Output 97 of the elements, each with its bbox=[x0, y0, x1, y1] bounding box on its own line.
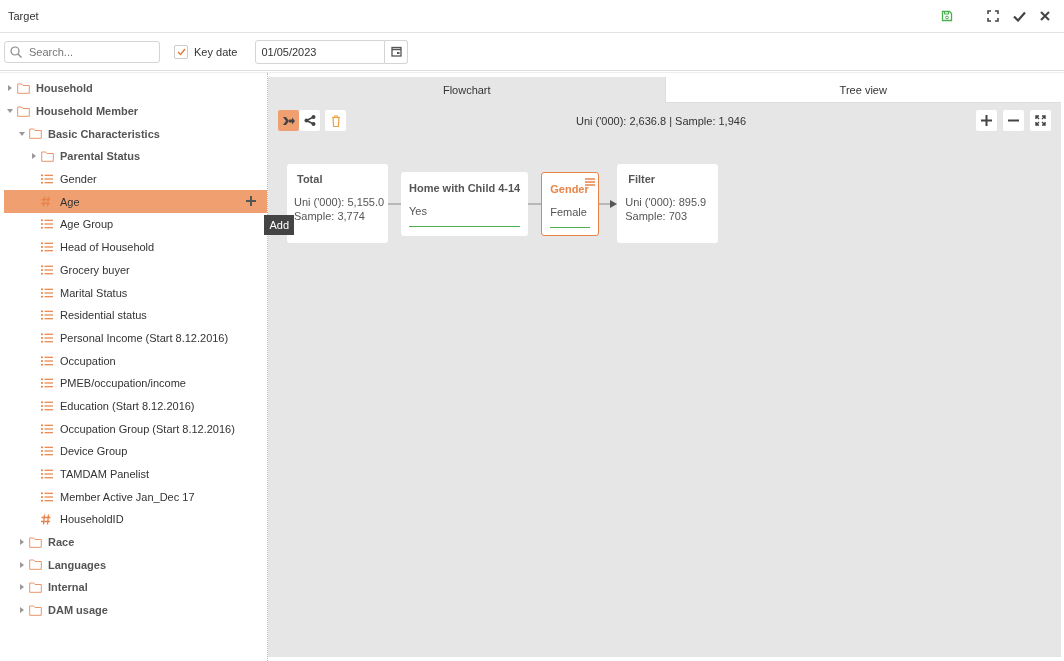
tooltip: Add bbox=[264, 215, 294, 236]
list-icon bbox=[41, 287, 53, 298]
folder-icon bbox=[17, 105, 30, 117]
tree-item[interactable]: Member Active Jan_Dec 17 bbox=[0, 485, 267, 509]
tree-item[interactable]: Basic Characteristics bbox=[0, 122, 267, 146]
node-stat: Sample: 703 bbox=[625, 209, 688, 223]
list-icon bbox=[41, 446, 53, 457]
view-mode-button[interactable] bbox=[278, 110, 299, 131]
expand-icon[interactable] bbox=[20, 561, 24, 568]
tree-item[interactable]: Parental Status bbox=[0, 145, 267, 168]
window-title: Target bbox=[8, 10, 40, 22]
calendar-icon bbox=[390, 46, 402, 57]
node-title: Total bbox=[296, 173, 324, 185]
list-icon bbox=[41, 174, 53, 185]
list-icon bbox=[41, 400, 53, 411]
folder-icon bbox=[41, 150, 54, 162]
search-field[interactable]: Search... bbox=[4, 40, 160, 63]
node-stat: Uni ('000): 895.9 bbox=[625, 195, 708, 209]
merge-arrow-icon bbox=[282, 115, 295, 126]
list-icon bbox=[41, 219, 53, 230]
tree-item[interactable]: TAMDAM Panelist bbox=[0, 462, 267, 486]
tree-item[interactable]: Occupation Group (Start 8.12.2016) bbox=[0, 417, 267, 440]
tree-item[interactable]: Occupation bbox=[0, 349, 267, 372]
view-mode-button[interactable] bbox=[299, 110, 320, 131]
key-date-label: Key date bbox=[194, 45, 238, 58]
condition-node[interactable]: Gender Female bbox=[541, 171, 600, 236]
collapse-icon[interactable] bbox=[7, 109, 13, 114]
node-title: Filter bbox=[627, 173, 657, 185]
minus-icon bbox=[1008, 119, 1019, 122]
folder-icon bbox=[29, 128, 42, 140]
list-icon bbox=[41, 355, 53, 366]
folder-icon bbox=[29, 604, 42, 616]
tree-item[interactable]: Residential status bbox=[0, 303, 267, 327]
menu-icon[interactable] bbox=[585, 177, 596, 186]
tree-item[interactable]: Marital Status bbox=[0, 281, 267, 304]
tree-item[interactable]: Internal bbox=[0, 576, 267, 599]
list-icon bbox=[41, 264, 53, 275]
expand-icon[interactable] bbox=[20, 539, 24, 546]
condition-node[interactable]: Home with Child 4-14 Yes bbox=[401, 171, 529, 236]
tree-item[interactable]: Age bbox=[4, 190, 267, 214]
tree-item[interactable]: Personal Income (Start 8.12.2016) bbox=[0, 326, 267, 350]
expand-icon[interactable] bbox=[20, 607, 24, 614]
list-icon bbox=[41, 310, 53, 321]
tree-item[interactable]: Race bbox=[0, 530, 267, 554]
close-icon[interactable] bbox=[1040, 11, 1050, 21]
tree-item[interactable]: DAM usage bbox=[0, 598, 267, 622]
connector-arrow bbox=[599, 199, 618, 208]
fit-button[interactable] bbox=[1030, 110, 1051, 131]
folder-icon bbox=[29, 536, 42, 548]
list-icon bbox=[41, 491, 53, 502]
hash-icon bbox=[41, 196, 51, 208]
tree-item[interactable]: Education (Start 8.12.2016) bbox=[0, 394, 267, 418]
expand-icon[interactable] bbox=[8, 85, 12, 92]
tree-item[interactable]: PMEB/occupation/income bbox=[0, 371, 267, 395]
list-icon bbox=[41, 332, 53, 343]
tree-item[interactable]: Household bbox=[0, 77, 267, 100]
save-icon[interactable] bbox=[941, 10, 953, 22]
key-date-checkbox[interactable] bbox=[174, 44, 188, 59]
tree-item[interactable]: Languages bbox=[0, 553, 267, 577]
tab[interactable]: Tree view bbox=[664, 77, 1061, 103]
expand-icon[interactable] bbox=[32, 153, 36, 160]
hash-icon bbox=[41, 513, 51, 525]
result-node[interactable]: Filter Uni ('000): 895.9 Sample: 703 bbox=[617, 164, 719, 243]
node-title: Home with Child 4-14 bbox=[409, 181, 521, 194]
trash-icon bbox=[330, 114, 341, 127]
summary-text: Uni ('000): 2,636.8 | Sample: 1,946 bbox=[574, 114, 748, 127]
fit-icon bbox=[1035, 115, 1046, 126]
node-value: Female bbox=[550, 204, 591, 228]
tree-item[interactable]: Household Member bbox=[0, 99, 267, 123]
node-stat: Sample: 3,774 bbox=[294, 209, 366, 223]
collapse-icon[interactable] bbox=[19, 131, 25, 136]
expand-icon[interactable] bbox=[20, 584, 24, 591]
folder-icon bbox=[29, 559, 42, 571]
tree-item[interactable]: Grocery buyer bbox=[0, 258, 267, 282]
fullscreen-icon[interactable] bbox=[987, 10, 999, 22]
node-title: Gender bbox=[550, 182, 590, 195]
tree-item[interactable]: Device Group bbox=[0, 440, 267, 463]
folder-icon bbox=[17, 82, 30, 94]
tree-item[interactable]: Age Group bbox=[0, 213, 267, 236]
plus-icon bbox=[981, 115, 992, 126]
list-icon bbox=[41, 469, 53, 480]
date-field[interactable]: 01/05/2023 bbox=[255, 39, 386, 64]
check-icon[interactable] bbox=[1013, 10, 1026, 22]
zoom-in-button[interactable] bbox=[976, 110, 997, 131]
zoom-out-button[interactable] bbox=[1003, 110, 1024, 131]
delete-button[interactable] bbox=[325, 110, 346, 131]
branch-icon bbox=[303, 115, 316, 126]
calendar-button[interactable] bbox=[385, 39, 409, 64]
folder-icon bbox=[29, 581, 42, 593]
node-value: Yes bbox=[409, 203, 521, 227]
list-icon bbox=[41, 242, 53, 253]
tree-item[interactable]: HouseholdID bbox=[0, 508, 267, 531]
tree-item[interactable]: Gender bbox=[0, 167, 267, 191]
list-icon bbox=[41, 378, 53, 389]
list-icon bbox=[41, 423, 53, 434]
tree-item[interactable]: Head of Household bbox=[0, 235, 267, 259]
add-icon[interactable] bbox=[246, 195, 256, 206]
